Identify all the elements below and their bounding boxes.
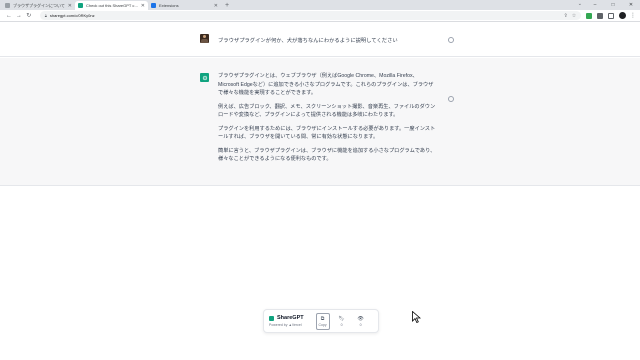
openai-logo-icon — [200, 73, 209, 82]
tab-label: Extensions — [159, 3, 179, 8]
tab-sharegpt[interactable]: Check out this ShareGPT conversation ✕ — [75, 1, 148, 10]
copy-icon[interactable] — [448, 37, 454, 43]
views-count: 0 — [359, 322, 362, 327]
tab-strip: ブラウザプラグインについて ✕ Check out this ShareGPT … — [0, 0, 640, 10]
page-content: ブラウザプラグインが何か、犬が落ちなんにわかるように説明してください ブラウザプ… — [0, 23, 640, 360]
eye-icon: 👁︎ — [357, 315, 364, 322]
menu-icon[interactable]: ⋮ — [630, 12, 636, 19]
tab-search-icon[interactable]: ⌄ — [578, 1, 582, 7]
bookmark-count: 0 — [340, 322, 343, 327]
tab-close-icon[interactable]: ✕ — [141, 3, 145, 9]
tab-favicon — [78, 3, 83, 8]
tab-favicon — [151, 3, 156, 8]
sharegpt-brand[interactable]: ShareGPT Powered by ▲Vercel — [269, 315, 304, 327]
powered-by-text: Powered by ▲Vercel — [269, 323, 302, 327]
assistant-paragraph: プラグインを利用するためには、ブラウザにインストールする必要があります。一度イン… — [218, 125, 436, 141]
user-message-row: ブラウザプラグインが何か、犬が落ちなんにわかるように説明してください — [0, 23, 640, 57]
sharegpt-logo-icon — [269, 315, 274, 321]
assistant-paragraph: ブラウザプラグインとは、ウェブブラウザ（例えばGoogle Chrome、Moz… — [218, 73, 434, 96]
reload-icon[interactable]: ↻ — [24, 12, 34, 19]
side-panel-icon[interactable] — [608, 12, 615, 19]
bookmark-button[interactable]: 🔖︎ 0 — [335, 313, 349, 330]
profile-avatar[interactable] — [619, 12, 627, 19]
browser-toolbar: ← → ↻ 🔒︎ sharegpt.com/c/0RKy0nz ⇪ ☆ ⋮ — [0, 10, 640, 22]
tab-label: ブラウザプラグインについて — [13, 2, 65, 8]
assistant-paragraph: 簡単に言うと、ブラウザプラグインは、ブラウザに機能を追加する小さなプログラムであ… — [218, 147, 436, 163]
extension-icon[interactable] — [586, 12, 593, 19]
forward-icon[interactable]: → — [14, 13, 24, 19]
copy-button[interactable]: ⧉ Copy — [315, 312, 330, 330]
close-window-button[interactable]: ✕ — [622, 0, 640, 10]
bookmark-star-icon[interactable]: ☆ — [572, 13, 576, 19]
bookmark-icon: 🔖︎ — [338, 315, 345, 322]
brand-name: ShareGPT — [277, 315, 304, 321]
lock-icon[interactable]: 🔒︎ — [45, 13, 47, 18]
user-message-text: ブラウザプラグインが何か、犬が落ちなんにわかるように説明してください — [218, 38, 398, 44]
back-icon[interactable]: ← — [4, 13, 14, 19]
copy-icon[interactable] — [448, 96, 454, 102]
copy-label: Copy — [318, 322, 327, 327]
maximize-button[interactable]: □ — [604, 0, 622, 10]
tab-plugin-question[interactable]: ブラウザプラグインについて ✕ — [2, 1, 75, 10]
assistant-message-text: ブラウザプラグインとは、ウェブブラウザ（例えばGoogle Chrome、Moz… — [218, 72, 438, 169]
url-text[interactable]: sharegpt.com/c/0RKy0nz — [50, 13, 95, 18]
address-bar[interactable]: 🔒︎ sharegpt.com/c/0RKy0nz ⇪ ☆ — [39, 11, 582, 20]
tab-extensions[interactable]: Extensions ✕ — [148, 1, 221, 10]
copy-icon: ⧉ — [320, 315, 325, 322]
tab-close-icon[interactable]: ✕ — [68, 3, 72, 9]
views-button[interactable]: 👁︎ 0 — [354, 313, 368, 330]
tab-favicon — [5, 3, 10, 8]
window-controls: – □ ✕ — [586, 0, 640, 10]
share-icon[interactable]: ⇪ — [564, 13, 568, 19]
mouse-cursor-icon — [412, 311, 421, 323]
assistant-message-row: ブラウザプラグインとは、ウェブブラウザ（例えばGoogle Chrome、Moz… — [0, 58, 640, 186]
extension-icon[interactable] — [597, 12, 604, 19]
tab-close-icon[interactable]: ✕ — [214, 3, 218, 9]
tab-label: Check out this ShareGPT conversation — [86, 3, 139, 8]
new-tab-button[interactable]: + — [225, 1, 229, 10]
sharegpt-footer: ShareGPT Powered by ▲Vercel ⧉ Copy 🔖︎ 0 … — [263, 309, 379, 333]
assistant-paragraph: 例えば、広告ブロック、翻訳、メモ、スクリーンショット撮影、音楽再生、ファイルのダ… — [218, 103, 436, 119]
user-avatar — [200, 34, 209, 43]
minimize-button[interactable]: – — [586, 0, 604, 10]
